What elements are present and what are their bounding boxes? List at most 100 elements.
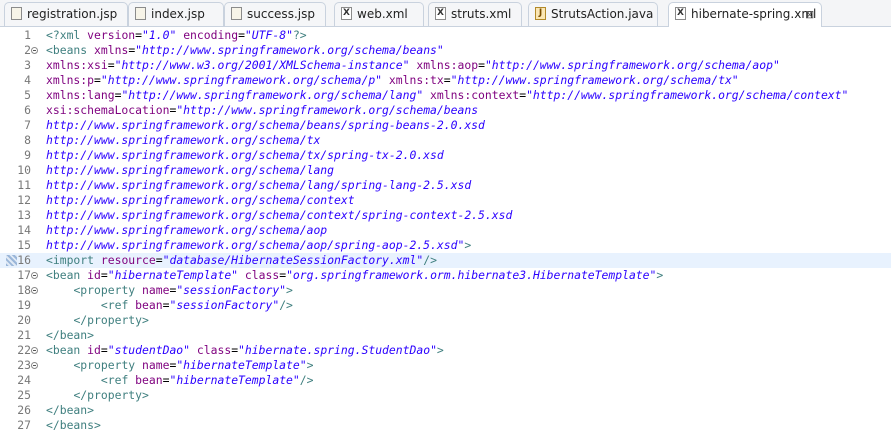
code-token: <property bbox=[73, 358, 143, 372]
code-token: "UTF-8" bbox=[244, 28, 293, 42]
tab-struts-xml[interactable]: X struts.xml bbox=[428, 2, 522, 26]
code-token: /> bbox=[299, 373, 314, 387]
java-file-icon: J bbox=[535, 7, 546, 20]
code-text: http://www.springframework.org/schema/la… bbox=[46, 163, 334, 178]
code-line[interactable]: 12 http://www.springframework.org/schema/… bbox=[0, 193, 891, 208]
code-line[interactable]: 18 <property name="sessionFactory"> bbox=[0, 283, 891, 298]
code-line[interactable]: 4 xmlns:p="http://www.springframework.org… bbox=[0, 73, 891, 88]
code-line[interactable]: 9 http://www.springframework.org/schema/t… bbox=[0, 148, 891, 163]
code-line[interactable]: 6 xsi:schemaLocation="http://www.springfr… bbox=[0, 103, 891, 118]
code-line[interactable]: 21 </bean> bbox=[0, 328, 891, 343]
code-line[interactable]: 11 http://www.springframework.org/schema/… bbox=[0, 178, 891, 193]
fold-toggle-icon[interactable] bbox=[31, 47, 38, 54]
code-token: = bbox=[135, 28, 143, 42]
line-number: 9 bbox=[24, 148, 31, 162]
code-line[interactable]: 22 <bean id="studentDao" class="hibernate… bbox=[0, 343, 891, 358]
code-token: "http://www.springframework.org/schema/t… bbox=[450, 73, 739, 87]
code-token: > bbox=[656, 268, 664, 282]
code-line[interactable]: 13 http://www.springframework.org/schema/… bbox=[0, 208, 891, 223]
code-line[interactable]: 24 <ref bean="hibernateTemplate"/> bbox=[0, 373, 891, 388]
tab-web-xml[interactable]: X web.xml bbox=[334, 2, 424, 26]
code-line[interactable]: 2 <beans xmlns="http://www.springframewor… bbox=[0, 43, 891, 58]
line-number: 1 bbox=[24, 28, 31, 42]
code-token: bean bbox=[135, 298, 163, 312]
code-token: "hibernateTemplate" bbox=[176, 358, 307, 372]
code-token: "http://www.springframework.org/schema/a… bbox=[484, 58, 780, 72]
code-line[interactable]: 15 http://www.springframework.org/schema/… bbox=[0, 238, 891, 253]
code-token: http://www.springframework.org/schema/ao… bbox=[46, 238, 465, 252]
code-line[interactable]: 7 http://www.springframework.org/schema/b… bbox=[0, 118, 891, 133]
fold-toggle-icon[interactable] bbox=[31, 287, 38, 294]
fold-toggle-icon[interactable] bbox=[31, 362, 38, 369]
line-number: 3 bbox=[24, 58, 31, 72]
code-line[interactable]: 23 <property name="hibernateTemplate"> bbox=[0, 358, 891, 373]
code-line[interactable]: 1 <?xml version="1.0" encoding="UTF-8"?> bbox=[0, 28, 891, 43]
tab-strutsaction-java[interactable]: J StrutsAction.java bbox=[528, 2, 658, 26]
code-token: xmlns bbox=[94, 43, 129, 57]
fold-toggle-icon[interactable] bbox=[31, 272, 38, 279]
line-number: 17 bbox=[17, 268, 31, 282]
code-token: class bbox=[196, 343, 232, 357]
code-token: </property> bbox=[73, 313, 149, 327]
code-token: name bbox=[142, 358, 170, 372]
code-line[interactable]: 26 </bean> bbox=[0, 403, 891, 418]
code-token: </bean> bbox=[46, 328, 95, 342]
code-token: version bbox=[87, 28, 136, 42]
code-token: > bbox=[464, 238, 472, 252]
code-token: "http://www.w3.org/2001/XMLSchema-instan… bbox=[114, 58, 410, 72]
tab-hibernate-spring-xml[interactable]: X hibernate-spring.xml ⊠ bbox=[668, 2, 822, 28]
code-text: <?xml version="1.0" encoding="UTF-8"?> bbox=[46, 28, 307, 43]
code-text: <ref bean="sessionFactory"/> bbox=[46, 298, 293, 313]
code-line[interactable]: 3 xmlns:xsi="http://www.w3.org/2001/XMLSc… bbox=[0, 58, 891, 73]
code-token: name bbox=[142, 283, 170, 297]
code-text: <beans xmlns="http://www.springframework… bbox=[46, 43, 444, 58]
line-number: 27 bbox=[17, 418, 31, 432]
line-number: 20 bbox=[17, 313, 31, 327]
code-line[interactable]: 27 </beans> bbox=[0, 418, 891, 433]
code-token: id bbox=[87, 343, 101, 357]
tab-registration-jsp[interactable]: registration.jsp bbox=[4, 2, 128, 26]
code-text: http://www.springframework.org/schema/ao… bbox=[46, 238, 471, 253]
code-token: = bbox=[107, 58, 115, 72]
code-token: "http://www.springframework.org/schema/p… bbox=[100, 73, 383, 87]
code-text: </beans> bbox=[46, 418, 101, 433]
code-line[interactable]: 17 <bean id="hibernateTemplate" class="or… bbox=[0, 268, 891, 283]
code-line[interactable]: 19 <ref bean="sessionFactory"/> bbox=[0, 298, 891, 313]
code-line[interactable]: 5 xmlns:lang="http://www.springframework.… bbox=[0, 88, 891, 103]
code-token: </bean> bbox=[46, 403, 95, 417]
editor-tab-bar: registration.jsp index.jsp success.jsp X… bbox=[0, 0, 891, 28]
code-token: xmlns:lang bbox=[46, 88, 115, 102]
code-text: <property name="sessionFactory"> bbox=[46, 283, 292, 298]
tab-success-jsp[interactable]: success.jsp bbox=[224, 2, 326, 26]
tab-index-jsp[interactable]: index.jsp bbox=[128, 2, 224, 26]
code-token: <beans bbox=[46, 43, 95, 57]
line-number: 19 bbox=[17, 298, 31, 312]
close-tab-icon[interactable]: ⊠ bbox=[805, 8, 814, 21]
tab-label: StrutsAction.java bbox=[551, 7, 654, 21]
line-number: 23 bbox=[17, 358, 31, 372]
code-token: > bbox=[306, 358, 314, 372]
line-number: 12 bbox=[17, 193, 31, 207]
line-number: 8 bbox=[24, 133, 31, 147]
code-token: xsi:schemaLocation bbox=[46, 103, 170, 117]
code-line[interactable]: 20 </property> bbox=[0, 313, 891, 328]
code-editor[interactable]: 1 <?xml version="1.0" encoding="UTF-8"?> 2… bbox=[0, 27, 891, 439]
code-token: "hibernateTemplate" bbox=[107, 268, 239, 282]
fold-toggle-icon[interactable] bbox=[31, 347, 38, 354]
code-line[interactable]: 25 </property> bbox=[0, 388, 891, 403]
line-number: 14 bbox=[17, 223, 31, 237]
code-token: "1.0" bbox=[142, 28, 177, 42]
code-token: "hibernateTemplate" bbox=[169, 373, 300, 387]
code-line[interactable]: 10 http://www.springframework.org/schema/… bbox=[0, 163, 891, 178]
code-line[interactable]: 8 http://www.springframework.org/schema/t… bbox=[0, 133, 891, 148]
code-token: xmlns:tx bbox=[388, 73, 444, 87]
code-line[interactable]: 16 <import resource="database/HibernateSe… bbox=[0, 253, 891, 268]
line-number: 7 bbox=[24, 118, 31, 132]
code-line[interactable]: 14 http://www.springframework.org/schema/… bbox=[0, 223, 891, 238]
tab-label: struts.xml bbox=[451, 7, 512, 21]
